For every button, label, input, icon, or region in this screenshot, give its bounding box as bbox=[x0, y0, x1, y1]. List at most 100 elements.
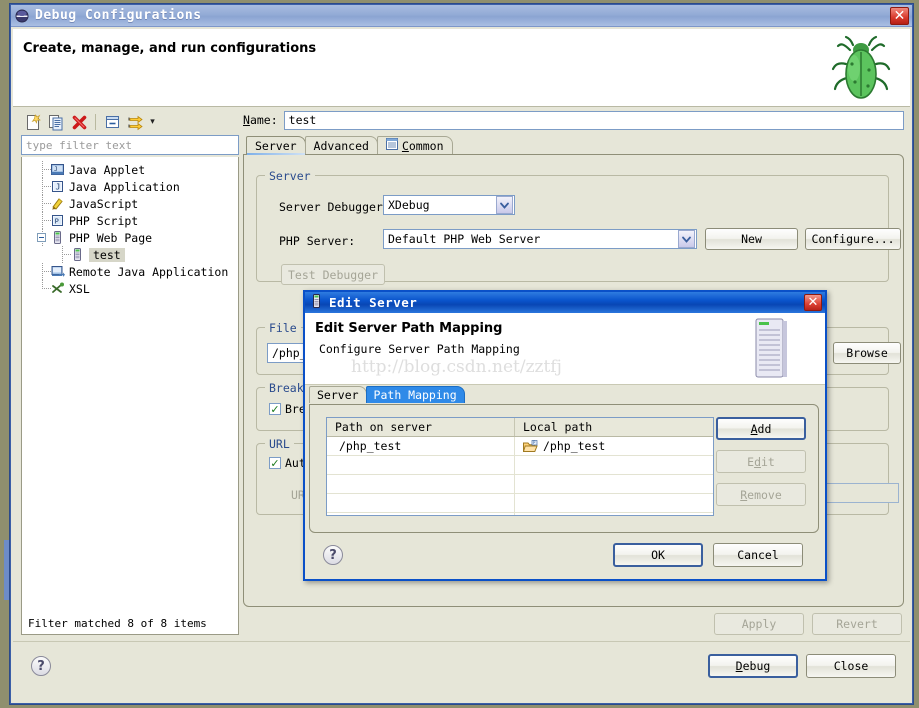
table-row[interactable] bbox=[327, 456, 713, 475]
revert-label: Revert bbox=[836, 617, 878, 631]
php-web-page-icon bbox=[50, 230, 66, 246]
tree-item-javascript[interactable]: JavaScript bbox=[22, 195, 238, 212]
table-header-row: Path on server Local path bbox=[327, 418, 713, 437]
php-web-page-icon bbox=[70, 247, 86, 263]
php-server-combo[interactable]: Default PHP Web Server bbox=[383, 229, 697, 249]
window-close-button[interactable]: ✕ bbox=[890, 7, 909, 25]
cell-local-path bbox=[515, 475, 713, 493]
file-browse-button[interactable]: Browse bbox=[833, 342, 901, 364]
apply-label: Apply bbox=[741, 617, 777, 631]
tree-item-remote-java-application[interactable]: Remote Java Application bbox=[22, 263, 238, 280]
delete-launch-configuration-icon[interactable] bbox=[69, 112, 89, 132]
tree-guide bbox=[36, 195, 51, 212]
tree-item-label: PHP Web Page bbox=[69, 230, 153, 245]
tree-guide bbox=[36, 229, 50, 246]
server-tower-icon bbox=[753, 317, 789, 379]
table-row[interactable] bbox=[327, 475, 713, 494]
add-path-mapping-button[interactable]: Add bbox=[716, 417, 806, 440]
config-name-row: Name: test bbox=[243, 110, 904, 130]
table-row[interactable] bbox=[327, 513, 713, 515]
javascript-icon bbox=[50, 196, 66, 212]
help-icon[interactable]: ? bbox=[31, 656, 51, 676]
column-header-local-path[interactable]: Local path bbox=[515, 418, 713, 436]
toolbar-separator bbox=[95, 114, 96, 130]
tab-server[interactable]: Server bbox=[246, 136, 306, 155]
checkbox-checked-icon: ✓ bbox=[269, 402, 281, 416]
modal-tab-server[interactable]: Server bbox=[309, 386, 367, 403]
close-button[interactable]: Close bbox=[806, 654, 896, 678]
apply-button: Apply bbox=[714, 613, 804, 635]
table-row[interactable] bbox=[327, 494, 713, 513]
add-label: Add bbox=[750, 421, 772, 436]
cell-path-on-server bbox=[327, 513, 515, 515]
tree-item-java-application[interactable]: J Java Application bbox=[22, 178, 238, 195]
cell-path-on-server bbox=[327, 475, 515, 493]
tab-common[interactable]: Common bbox=[376, 136, 453, 154]
ok-button[interactable]: OK bbox=[613, 543, 703, 567]
cancel-button[interactable]: Cancel bbox=[713, 543, 803, 567]
modal-tab-path-mapping[interactable]: Path Mapping bbox=[365, 386, 465, 403]
modal-close-button[interactable]: ✕ bbox=[804, 294, 822, 311]
java-application-icon: J bbox=[50, 179, 66, 195]
server-debugger-value: XDebug bbox=[388, 198, 430, 212]
table-row[interactable]: /php_test P /php_test bbox=[327, 437, 713, 456]
tree-item-php-script[interactable]: P PHP Script bbox=[22, 212, 238, 229]
watermark-text: http://blog.csdn.net/zztfj bbox=[351, 357, 562, 377]
tree-item-label: Remote Java Application bbox=[69, 264, 229, 279]
modal-heading: Edit Server Path Mapping bbox=[315, 321, 503, 336]
debug-label: Debug bbox=[735, 659, 771, 673]
window-footer: ? Debug Close bbox=[13, 641, 910, 701]
config-tabstrip: Server Advanced Common bbox=[243, 136, 904, 155]
config-name-label: Name: bbox=[243, 113, 278, 127]
file-group-title: File bbox=[265, 321, 301, 335]
remove-label: Remove bbox=[740, 487, 782, 502]
svg-text:P: P bbox=[55, 217, 59, 225]
new-server-button[interactable]: New bbox=[705, 228, 798, 250]
tree-guide bbox=[36, 161, 51, 178]
remove-path-mapping-button: Remove bbox=[716, 483, 806, 506]
tree-item-xsl[interactable]: XSL bbox=[22, 280, 238, 297]
configure-server-button[interactable]: Configure... bbox=[805, 228, 901, 250]
path-mapping-table[interactable]: Path on server Local path /php_test P /p… bbox=[326, 417, 714, 516]
screen-root: Debug Configurations ✕ Create, manage, a… bbox=[0, 0, 919, 708]
tab-advanced[interactable]: Advanced bbox=[304, 136, 378, 154]
tree-guide bbox=[36, 280, 51, 297]
debug-configurations-window: Debug Configurations ✕ Create, manage, a… bbox=[10, 4, 913, 704]
cell-path-on-server bbox=[327, 456, 515, 474]
php-script-icon: P bbox=[50, 213, 66, 229]
modal-tabstrip: Server Path Mapping bbox=[305, 386, 825, 403]
server-group-title: Server bbox=[265, 169, 315, 183]
tree-item-php-web-page[interactable]: PHP Web Page bbox=[22, 229, 238, 246]
toolbar-dropdown-arrow-icon[interactable]: ▾ bbox=[148, 114, 157, 130]
debug-button[interactable]: Debug bbox=[708, 654, 798, 678]
tree-item-java-applet[interactable]: J Java Applet bbox=[22, 161, 238, 178]
desktop-left-strip bbox=[0, 0, 10, 708]
chevron-down-icon bbox=[496, 196, 513, 214]
filter-placeholder: type filter text bbox=[26, 138, 132, 152]
remote-java-application-icon bbox=[50, 264, 66, 280]
modal-banner: Edit Server Path Mapping Configure Serve… bbox=[305, 313, 825, 385]
new-launch-configuration-icon[interactable] bbox=[23, 112, 43, 132]
configurations-tree[interactable]: J Java Applet J Java Application JavaScr… bbox=[21, 157, 239, 635]
cell-path-on-server: /php_test bbox=[327, 437, 515, 455]
checkbox-checked-icon: ✓ bbox=[269, 456, 281, 470]
collapse-all-icon[interactable] bbox=[102, 112, 122, 132]
server-debugger-combo[interactable]: XDebug bbox=[383, 195, 515, 215]
path-mapping-panel: Path on server Local path /php_test P /p… bbox=[309, 404, 819, 533]
column-header-path-on-server[interactable]: Path on server bbox=[327, 418, 515, 436]
tree-expander-icon[interactable] bbox=[37, 233, 46, 242]
modal-help-icon[interactable]: ? bbox=[323, 545, 343, 565]
php-server-label: PHP Server: bbox=[279, 234, 356, 248]
header-banner: Create, manage, and run configurations bbox=[13, 29, 910, 107]
filter-launch-configurations-icon[interactable] bbox=[125, 112, 145, 132]
common-tab-icon bbox=[385, 138, 398, 153]
cell-local-path bbox=[515, 456, 713, 474]
cell-path-on-server bbox=[327, 494, 515, 512]
edit-server-dialog: Edit Server ✕ Edit Server Path Mapping C… bbox=[303, 290, 827, 581]
duplicate-launch-configuration-icon[interactable] bbox=[46, 112, 66, 132]
close-label: Close bbox=[833, 659, 869, 673]
filter-input[interactable]: type filter text bbox=[21, 135, 239, 155]
config-name-input[interactable]: test bbox=[283, 110, 904, 130]
java-applet-icon: J bbox=[50, 162, 66, 178]
tree-item-test[interactable]: test bbox=[22, 246, 238, 263]
